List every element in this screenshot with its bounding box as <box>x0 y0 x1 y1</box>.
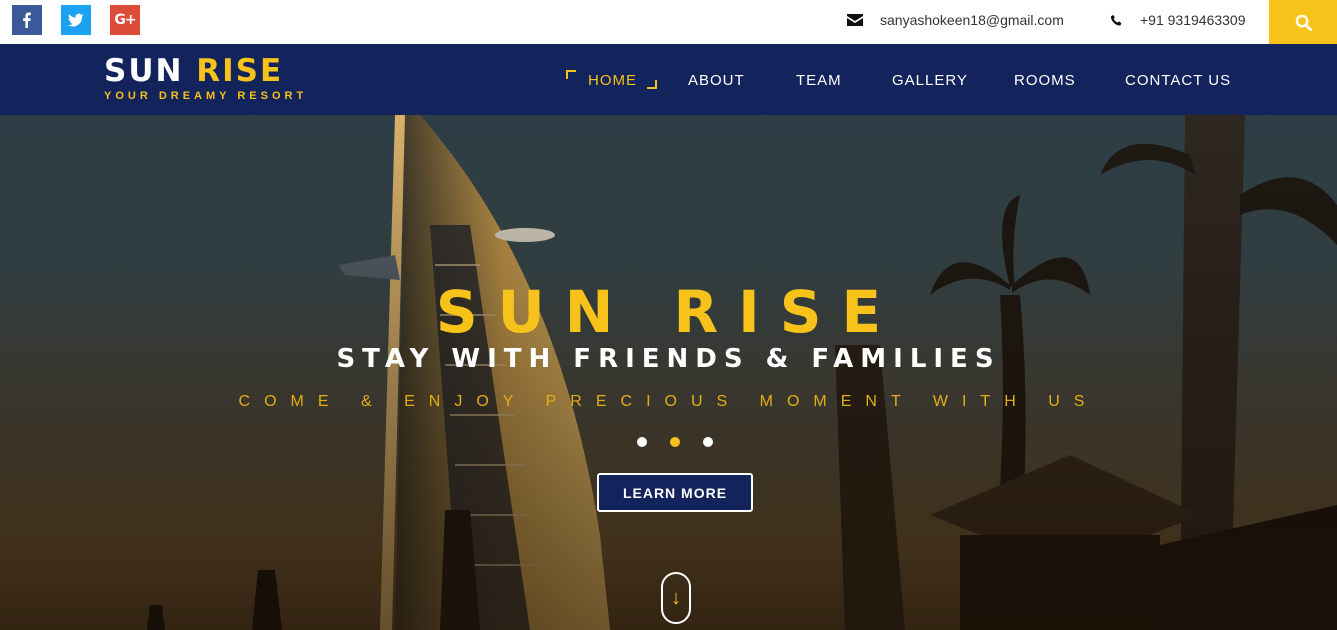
google-plus-link[interactable]: G+ <box>110 5 140 35</box>
logo-title: SUN RISE <box>104 54 307 88</box>
hero-title: SUN RISE <box>435 278 902 346</box>
search-button[interactable] <box>1269 0 1337 44</box>
active-nav-corner-bottom-right <box>647 80 657 89</box>
logo-word-sun: SUN <box>104 53 184 89</box>
nav-gallery[interactable]: GALLERY <box>892 72 968 89</box>
facebook-link[interactable] <box>12 5 42 35</box>
nav-about[interactable]: ABOUT <box>688 72 745 89</box>
contact-email[interactable]: sanyashokeen18@gmail.com <box>847 12 1064 28</box>
hero-banner: SUN RISE STAY WITH FRIENDS & FAMILIES CO… <box>0 115 1337 630</box>
slider-indicators <box>637 437 713 447</box>
nav-team[interactable]: TEAM <box>796 72 842 89</box>
nav-rooms[interactable]: ROOMS <box>1014 72 1076 89</box>
nav-home[interactable]: HOME <box>588 72 637 89</box>
phone-icon <box>1110 14 1122 26</box>
twitter-link[interactable] <box>61 5 91 35</box>
nav-contact-us[interactable]: CONTACT US <box>1125 72 1231 89</box>
scroll-down-button[interactable]: ↓ <box>661 572 691 624</box>
site-logo[interactable]: SUN RISE YOUR DREAMY RESORT <box>104 54 307 102</box>
slide-dot-1[interactable] <box>637 437 647 447</box>
slide-dot-2[interactable] <box>670 437 680 447</box>
search-icon <box>1295 14 1312 31</box>
logo-tagline: YOUR DREAMY RESORT <box>104 90 308 102</box>
email-text: sanyashokeen18@gmail.com <box>880 12 1064 28</box>
twitter-icon <box>68 13 84 27</box>
logo-word-rise: RISE <box>196 53 284 89</box>
top-bar: G+ sanyashokeen18@gmail.com +91 93194633… <box>0 0 1337 44</box>
phone-text: +91 9319463309 <box>1140 12 1246 28</box>
hero-subtitle: STAY WITH FRIENDS & FAMILIES <box>336 344 1001 374</box>
arrow-down-icon: ↓ <box>671 586 681 609</box>
learn-more-button[interactable]: LEARN MORE <box>597 473 753 512</box>
google-plus-icon: G+ <box>114 12 136 28</box>
envelope-icon <box>847 14 863 26</box>
hero-tagline: COME & ENJOY PRECIOUS MOMENT WITH US <box>238 393 1099 410</box>
active-nav-corner-top-left <box>566 70 576 79</box>
contact-phone[interactable]: +91 9319463309 <box>1110 12 1246 28</box>
slide-dot-3[interactable] <box>703 437 713 447</box>
facebook-icon <box>23 12 31 28</box>
